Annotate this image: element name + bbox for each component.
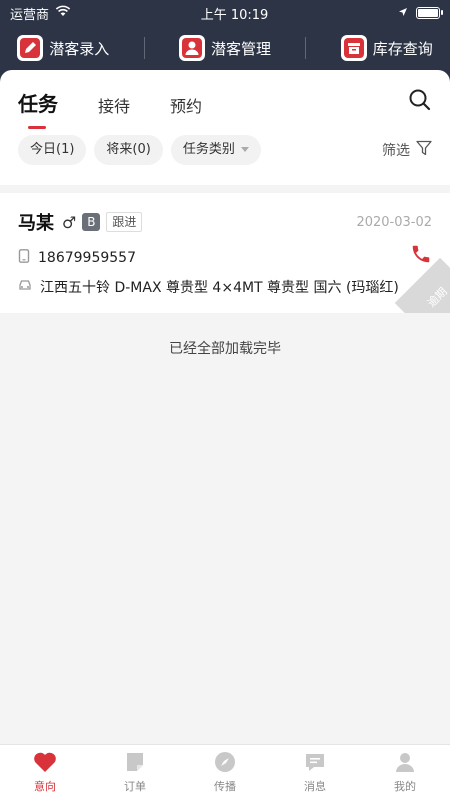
- quick-action-lead-management[interactable]: 潜客管理: [178, 35, 271, 61]
- tab-bar-top: 任务 接待 预约: [18, 88, 202, 129]
- bottom-tab-bar: 意向 订单 传播 消息 我的: [0, 744, 450, 800]
- compass-icon: [214, 751, 236, 776]
- quick-action-label: 潜客录入: [49, 39, 110, 58]
- tabbar-item-orders[interactable]: 订单: [100, 751, 170, 794]
- chip-today[interactable]: 今日(1): [18, 135, 87, 165]
- caret-down-icon: [240, 135, 249, 165]
- quick-actions: 潜客录入 潜客管理 库存查询: [0, 26, 450, 70]
- battery-icon: [416, 7, 443, 19]
- tabbar-label: 消息: [304, 780, 326, 793]
- wifi-icon: [55, 5, 71, 21]
- quick-action-label: 库存查询: [372, 39, 433, 58]
- tab-appointments[interactable]: 预约: [170, 93, 202, 117]
- customer-name: 马某: [18, 213, 54, 234]
- message-icon: [304, 751, 326, 776]
- status-tag: 跟进: [106, 212, 143, 232]
- customer-card[interactable]: 马某 ♂ B 跟进 2020-03-02 18679959557 江西五十铃 D…: [0, 193, 450, 313]
- tabbar-label: 传播: [214, 780, 236, 793]
- car-row: 江西五十铃 D-MAX 尊贵型 4×4MT 尊贵型 国六 (玛瑙红): [18, 277, 399, 297]
- level-badge: B: [82, 213, 101, 231]
- location-icon: [398, 6, 408, 21]
- tab-reception[interactable]: 接待: [98, 93, 130, 117]
- filter-label: 筛选: [382, 143, 410, 159]
- filter-button[interactable]: 筛选: [382, 135, 432, 165]
- gender-icon: ♂: [62, 212, 77, 232]
- chip-future[interactable]: 将来(0): [94, 135, 163, 165]
- quick-action-lead-entry[interactable]: 潜客录入: [17, 35, 109, 61]
- tabbar-item-messages[interactable]: 消息: [280, 751, 350, 794]
- chip-task-type[interactable]: 任务类别: [170, 135, 261, 165]
- tabbar-item-intention[interactable]: 意向: [10, 751, 80, 794]
- divider: [143, 37, 145, 59]
- heart-icon: [33, 751, 57, 776]
- phone-number: 18679959557: [38, 250, 136, 266]
- quick-action-label: 潜客管理: [210, 39, 271, 58]
- tabbar-label: 订单: [124, 780, 146, 793]
- search-icon[interactable]: [408, 88, 432, 116]
- tab-tasks[interactable]: 任务: [18, 88, 58, 129]
- list-end-text: 已经全部加载完毕: [169, 341, 281, 357]
- task-panel: 任务 接待 预约 今日(1) 将来(0) 任务类别 筛选: [0, 70, 450, 185]
- car-icon: [18, 279, 32, 295]
- tabbar-item-share[interactable]: 传播: [190, 751, 260, 794]
- tabbar-label: 意向: [34, 780, 56, 793]
- car-model: 江西五十铃 D-MAX 尊贵型 4×4MT 尊贵型 国六 (玛瑙红): [40, 280, 399, 296]
- phone-call-icon[interactable]: [410, 243, 432, 269]
- user-icon: [394, 751, 416, 776]
- tabbar-item-profile[interactable]: 我的: [370, 751, 440, 794]
- carrier-label: 运营商: [10, 7, 50, 23]
- quick-action-inventory[interactable]: 库存查询: [340, 35, 433, 61]
- person-icon: [178, 35, 205, 61]
- phone-row: 18679959557: [18, 249, 136, 267]
- edit-icon: [17, 35, 44, 61]
- funnel-icon: [416, 140, 432, 160]
- box-icon: [340, 35, 367, 61]
- task-date: 2020-03-02: [356, 214, 432, 230]
- tabbar-label: 我的: [394, 780, 416, 793]
- divider: [305, 37, 307, 59]
- mobile-icon: [18, 249, 30, 267]
- clock: 上午 10:19: [200, 7, 269, 23]
- document-icon: [124, 751, 146, 776]
- status-bar: 运营商 上午 10:19: [0, 0, 450, 26]
- filter-chips: 今日(1) 将来(0) 任务类别: [18, 135, 261, 165]
- chip-task-type-label: 任务类别: [182, 142, 235, 157]
